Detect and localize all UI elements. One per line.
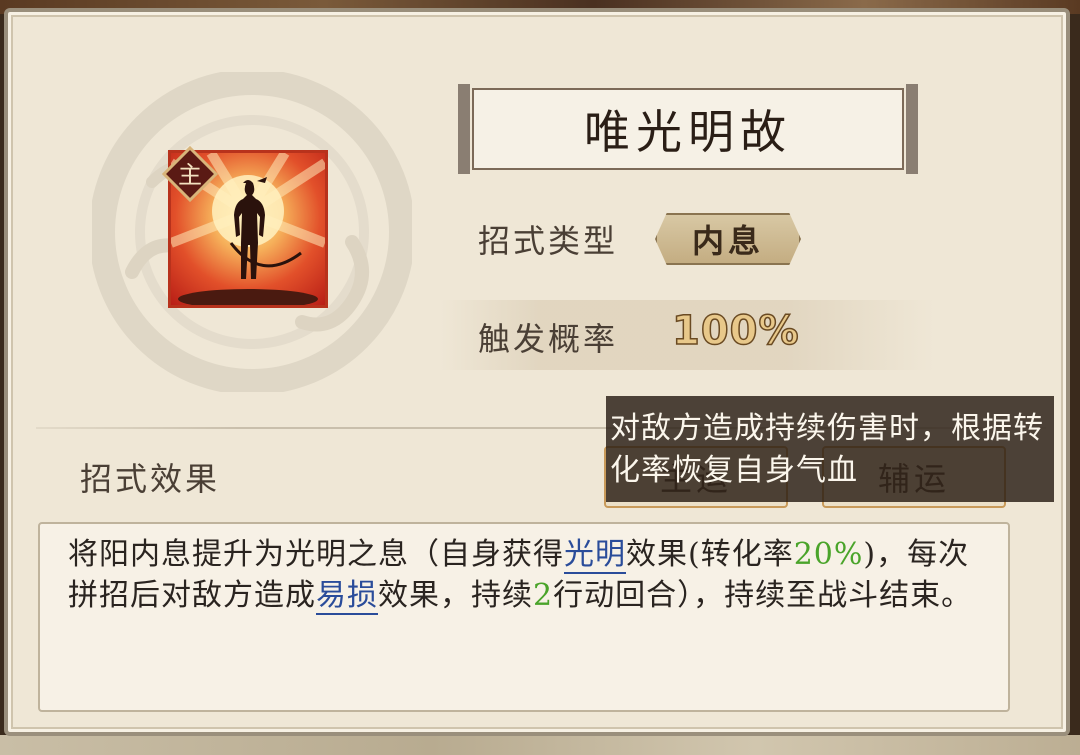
keyword-light[interactable]: 光明 (564, 537, 626, 574)
description-part: 效果(转化率 (626, 537, 794, 572)
keyword-tooltip: 对敌方造成持续伤害时，根据转化率恢复自身气血 (606, 396, 1054, 502)
conversion-rate-value: 20% (793, 537, 864, 572)
rate-label: 触发概率 (478, 320, 619, 358)
description-part: 行动回合），持续至战斗结束。 (553, 578, 973, 613)
type-label: 招式类型 (478, 222, 619, 260)
skill-name: 唯光明故 (472, 88, 904, 170)
effect-label: 招式效果 (80, 460, 221, 498)
background-bottom-strip (0, 735, 1080, 755)
title-bracket-right (906, 84, 918, 174)
title-bracket-left (458, 84, 470, 174)
description-part: 效果，持续 (378, 578, 533, 613)
master-badge-label: 主 (178, 161, 202, 189)
duration-value: 2 (533, 578, 554, 613)
description-part: 将阳内息提升为光明之息（自身获得 (68, 537, 564, 572)
type-badge: 内息 (655, 213, 801, 265)
rate-value: 100% (671, 307, 800, 355)
description-text: 将阳内息提升为光明之息（自身获得光明效果(转化率20%)，每次拼招后对敌方造成易… (68, 534, 998, 616)
keyword-vulnerable[interactable]: 易损 (316, 578, 378, 615)
master-badge: 主 (162, 146, 218, 202)
